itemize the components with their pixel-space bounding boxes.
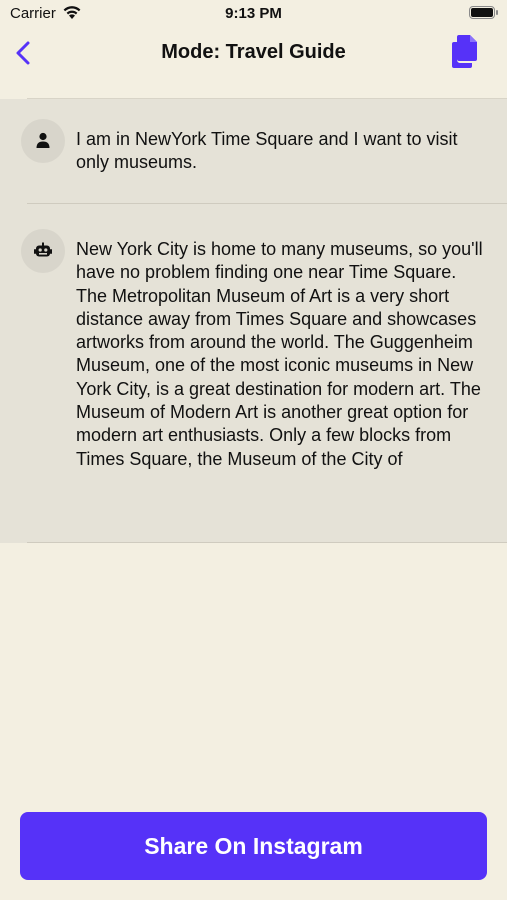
copy-button[interactable] (451, 33, 483, 71)
chat-list: I am in NewYork Time Square and I want t… (0, 99, 507, 543)
bot-avatar (21, 229, 65, 273)
user-avatar (21, 119, 65, 163)
bot-message: New York City is home to many museums, s… (0, 204, 507, 543)
page-title: Mode: Travel Guide (161, 41, 346, 63)
navigation-bar: Mode: Travel Guide (0, 28, 507, 78)
robot-icon (34, 242, 52, 257)
share-on-instagram-button[interactable]: Share On Instagram (20, 812, 487, 880)
status-bar: Carrier 9:13 PM (0, 0, 507, 28)
status-time: 9:13 PM (225, 5, 282, 22)
battery-icon (469, 6, 498, 19)
user-message-text: I am in NewYork Time Square and I want t… (76, 129, 458, 173)
user-message: I am in NewYork Time Square and I want t… (0, 99, 507, 204)
message-divider (27, 542, 507, 543)
copy-document-icon (452, 35, 477, 68)
bot-message-text: New York City is home to many museums, s… (76, 239, 483, 469)
person-icon (36, 132, 50, 148)
